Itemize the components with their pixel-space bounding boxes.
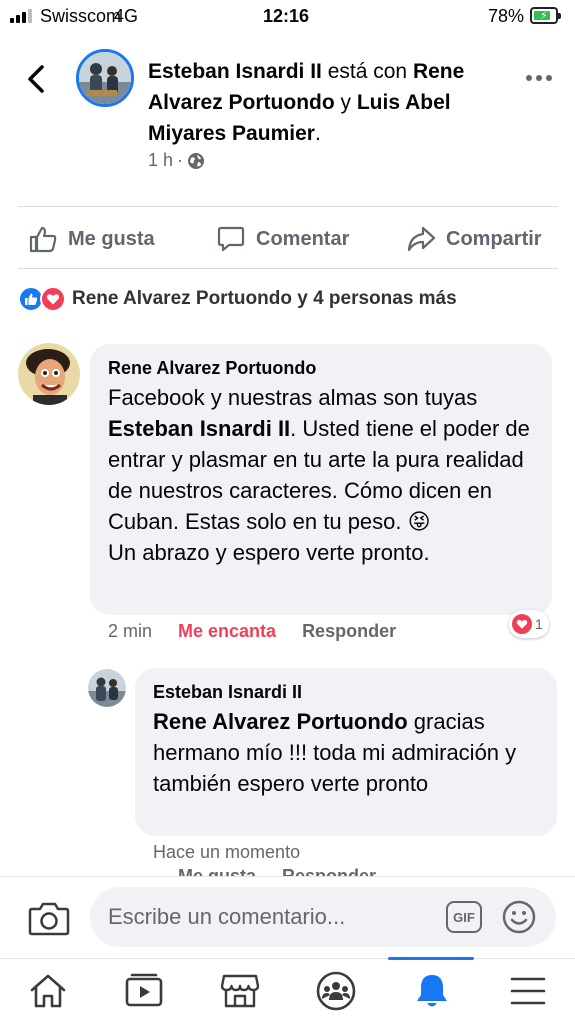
- reaction-count: 1: [535, 616, 543, 632]
- battery-icon: ⚡: [530, 7, 561, 24]
- comment-author[interactable]: Rene Alvarez Portuondo: [108, 358, 316, 379]
- carrier-name: Swisscom: [40, 6, 122, 26]
- post-meta: 1 h ·: [148, 150, 205, 171]
- divider: [18, 268, 558, 269]
- reply-like-button[interactable]: Me gusta: [178, 866, 256, 876]
- reply-mention[interactable]: Rene Alvarez Portuondo: [153, 709, 408, 734]
- like-button[interactable]: Me gusta: [28, 220, 155, 258]
- commenter-avatar[interactable]: [18, 343, 80, 405]
- reply-text: Rene Alvarez Portuondo gracias hermano m…: [153, 706, 545, 799]
- comment-icon: [217, 226, 245, 252]
- tab-watch[interactable]: [122, 971, 166, 1011]
- meta-separator: ·: [177, 150, 184, 170]
- connector-text: y: [334, 91, 357, 114]
- comment-input[interactable]: Escribe un comentario... GIF: [90, 887, 556, 947]
- author-photo: [79, 52, 131, 104]
- menu-icon: [510, 977, 546, 1005]
- comment-bubble[interactable]: Rene Alvarez Portuondo Facebook y nuestr…: [90, 344, 552, 615]
- comment-mention[interactable]: Esteban Isnardi II: [108, 416, 290, 441]
- bottom-tab-bar: [0, 957, 575, 1024]
- post-header-text: Esteban Isnardi II está con Rene Alvarez…: [148, 56, 508, 149]
- divider: [18, 206, 558, 207]
- comment-input-placeholder: Escribe un comentario...: [108, 904, 346, 929]
- commenter-photo: [18, 343, 80, 405]
- share-label: Compartir: [446, 227, 542, 250]
- reply-avatar[interactable]: [88, 669, 126, 707]
- reply-button[interactable]: Responder: [302, 621, 396, 642]
- globe-icon: [188, 152, 205, 169]
- reactions-text: Rene Alvarez Portuondo y 4 personas más: [72, 288, 457, 309]
- comment-time[interactable]: 2 min: [108, 621, 152, 642]
- tab-menu[interactable]: [506, 971, 550, 1011]
- reply-author-photo: [88, 669, 126, 707]
- comment-text-part: Facebook y nuestras almas son tuyas: [108, 385, 478, 410]
- notifications-icon: [417, 975, 447, 1007]
- with-text: está con: [321, 60, 413, 83]
- author-avatar[interactable]: [76, 49, 134, 107]
- share-button[interactable]: Compartir: [406, 220, 542, 258]
- camera-icon[interactable]: [28, 899, 70, 937]
- comment-text: Facebook y nuestras almas son tuyas Este…: [108, 382, 540, 568]
- tab-notifications[interactable]: [410, 971, 454, 1011]
- gif-button[interactable]: GIF: [446, 901, 482, 933]
- period-text: .: [314, 122, 321, 145]
- tab-groups[interactable]: [314, 971, 358, 1011]
- watch-icon: [125, 973, 163, 1007]
- heart-icon: [512, 614, 532, 634]
- comment-actions: 2 min Me encanta Responder: [108, 621, 396, 642]
- like-label: Me gusta: [68, 227, 155, 250]
- tab-home[interactable]: [26, 971, 70, 1011]
- reply-reply-button[interactable]: Responder: [282, 866, 376, 876]
- network-type: 4G: [114, 6, 139, 26]
- active-tab-indicator: [388, 957, 474, 960]
- status-time: 12:16: [263, 6, 310, 26]
- comment-text-part: Un abrazo y espero verte pronto.: [108, 540, 430, 565]
- groups-icon: [316, 971, 356, 1011]
- comment-reaction-badge[interactable]: 1: [509, 610, 549, 638]
- emoji-icon[interactable]: [502, 900, 536, 934]
- more-options-icon[interactable]: [525, 68, 553, 88]
- love-reaction-button[interactable]: Me encanta: [178, 621, 276, 642]
- comment-button[interactable]: Comentar: [216, 220, 349, 258]
- reactions-summary[interactable]: Rene Alvarez Portuondo y 4 personas más: [18, 286, 457, 312]
- reply-actions: Me gusta Responder: [178, 866, 376, 876]
- post-author-link[interactable]: Esteban Isnardi II: [148, 60, 322, 83]
- tab-marketplace[interactable]: [218, 971, 262, 1011]
- post-time[interactable]: 1 h: [148, 150, 173, 171]
- marketplace-icon: [220, 974, 260, 1008]
- reply-author[interactable]: Esteban Isnardi II: [153, 682, 302, 703]
- comment-composer: Escribe un comentario... GIF: [0, 876, 575, 958]
- home-icon: [30, 974, 66, 1008]
- squinting-tongue-emoji: 😝: [407, 509, 431, 534]
- signal-icon: [10, 9, 36, 23]
- love-icon: [40, 286, 66, 312]
- thumbs-up-icon: [29, 226, 57, 253]
- comment-label: Comentar: [256, 227, 350, 250]
- share-icon: [407, 226, 436, 252]
- reply-time[interactable]: Hace un momento: [153, 842, 300, 863]
- status-bar: Swisscom 4G 12:16 78% ⚡: [0, 0, 575, 34]
- reply-bubble[interactable]: Esteban Isnardi II Rene Alvarez Portuond…: [135, 668, 557, 836]
- battery-percent: 78%: [488, 6, 525, 26]
- back-arrow-icon[interactable]: [22, 62, 52, 96]
